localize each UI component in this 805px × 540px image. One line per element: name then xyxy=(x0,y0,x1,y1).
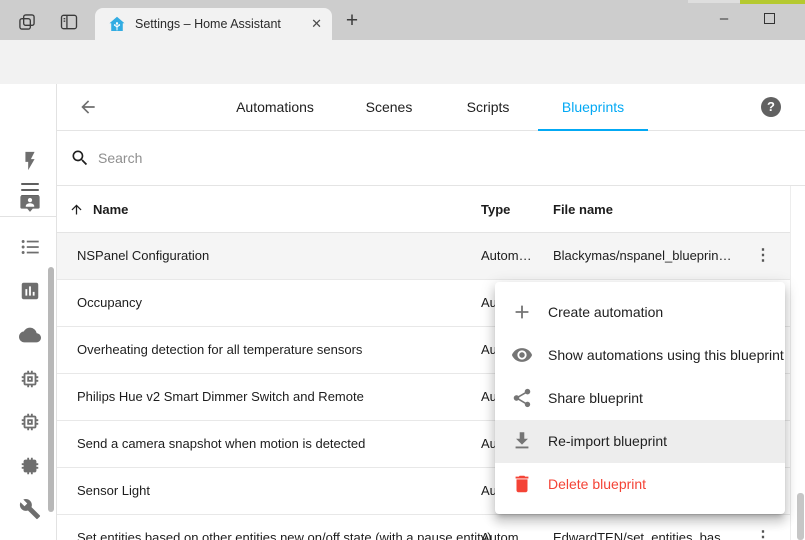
top-edge-accent-strip xyxy=(740,0,805,4)
window-maximize-button[interactable] xyxy=(764,13,775,24)
row-overflow-menu-icon[interactable]: ⋮ xyxy=(754,233,772,279)
top-edge-strip xyxy=(688,0,740,3)
column-header-name[interactable]: Name xyxy=(93,186,128,233)
help-icon[interactable]: ? xyxy=(761,97,781,117)
search-icon xyxy=(70,148,90,168)
tab-scripts[interactable]: Scripts xyxy=(467,84,510,131)
vertical-tabs-icon[interactable] xyxy=(59,12,79,32)
menu-item-reimport-blueprint[interactable]: Re-import blueprint xyxy=(495,420,785,463)
tab-title: Settings – Home Assistant xyxy=(135,8,281,40)
search-input[interactable]: Search xyxy=(98,131,142,186)
row-name: NSPanel Configuration xyxy=(77,233,209,279)
eye-icon xyxy=(511,344,533,366)
ha-sidebar xyxy=(0,84,57,540)
sidebar-item-cloud[interactable] xyxy=(19,324,41,346)
sidebar-item-device-1[interactable] xyxy=(19,368,41,390)
browser-window: Settings – Home Assistant ✕ + – Not secu… xyxy=(0,0,805,540)
row-name: Philips Hue v2 Smart Dimmer Switch and R… xyxy=(77,374,364,420)
sort-ascending-icon[interactable] xyxy=(69,202,84,217)
menu-item-delete-blueprint[interactable]: Delete blueprint xyxy=(495,463,785,506)
row-name: Send a camera snapshot when motion is de… xyxy=(77,421,365,467)
menu-item-share-blueprint[interactable]: Share blueprint xyxy=(495,376,785,419)
menu-item-create-automation[interactable]: Create automation xyxy=(495,290,785,333)
new-tab-button[interactable]: + xyxy=(341,10,363,32)
home-assistant-favicon xyxy=(108,15,126,33)
table-right-gutter xyxy=(790,186,791,540)
column-header-type[interactable]: Type xyxy=(481,186,510,233)
menu-item-label: Create automation xyxy=(548,304,663,320)
window-minimize-button[interactable]: – xyxy=(712,8,736,32)
browser-tab[interactable]: Settings – Home Assistant ✕ xyxy=(95,8,332,40)
row-file: Blackymas/nspanel_blueprin… xyxy=(553,233,731,279)
blueprints-header: Automations Scenes Scripts Blueprints ? xyxy=(57,84,805,131)
search-bar[interactable]: Search xyxy=(57,131,805,186)
row-overflow-menu-icon[interactable]: ⋮ xyxy=(754,515,772,540)
row-type: Autom… xyxy=(481,515,532,540)
sidebar-item-energy[interactable] xyxy=(19,150,41,172)
sidebar-item-device-3[interactable] xyxy=(19,455,41,477)
table-row[interactable]: NSPanel Configuration Autom… Blackymas/n… xyxy=(57,233,790,280)
sidebar-item-history[interactable] xyxy=(19,280,41,302)
trash-icon xyxy=(511,473,533,495)
page-scrollbar-thumb[interactable] xyxy=(797,493,804,540)
row-name: Set entities based on other entities new… xyxy=(77,515,492,540)
sidebar-scrollbar-thumb[interactable] xyxy=(48,267,54,512)
sidebar-item-developer-tools[interactable] xyxy=(19,498,41,520)
plus-icon xyxy=(511,301,533,323)
menu-item-show-automations[interactable]: Show automations using this blueprint xyxy=(495,333,785,376)
sidebar-item-assist[interactable] xyxy=(19,193,41,215)
row-name: Overheating detection for all temperatur… xyxy=(77,327,362,373)
menu-item-label: Delete blueprint xyxy=(548,476,646,492)
menu-item-label: Show automations using this blueprint xyxy=(548,347,784,363)
row-type: Autom… xyxy=(481,233,532,279)
table-row[interactable]: Set entities based on other entities new… xyxy=(57,515,790,540)
sidebar-item-logbook[interactable] xyxy=(19,236,41,258)
menu-item-label: Share blueprint xyxy=(548,390,643,406)
header-back-icon[interactable] xyxy=(78,97,98,117)
download-icon xyxy=(511,430,533,452)
row-file: EdwardTEN/set_entities_bas… xyxy=(553,515,734,540)
workspaces-icon[interactable] xyxy=(17,12,37,32)
tab-scenes[interactable]: Scenes xyxy=(366,84,413,131)
close-tab-icon[interactable]: ✕ xyxy=(311,8,322,40)
menu-item-label: Re-import blueprint xyxy=(548,433,667,449)
browser-toolbar: Not secure homeassistant.local:8123/... … xyxy=(0,40,805,84)
browser-titlebar: Settings – Home Assistant ✕ + – xyxy=(0,0,805,40)
share-icon xyxy=(511,387,533,409)
row-name: Sensor Light xyxy=(77,468,150,514)
tab-blueprints[interactable]: Blueprints xyxy=(562,84,624,131)
table-header: Name Type File name xyxy=(57,186,790,233)
blueprint-context-menu: Create automation Show automations using… xyxy=(495,282,785,514)
column-header-file[interactable]: File name xyxy=(553,186,613,233)
sidebar-item-device-2[interactable] xyxy=(19,411,41,433)
row-name: Occupancy xyxy=(77,280,142,326)
sidebar-divider xyxy=(0,216,56,217)
tab-automations[interactable]: Automations xyxy=(236,84,314,131)
